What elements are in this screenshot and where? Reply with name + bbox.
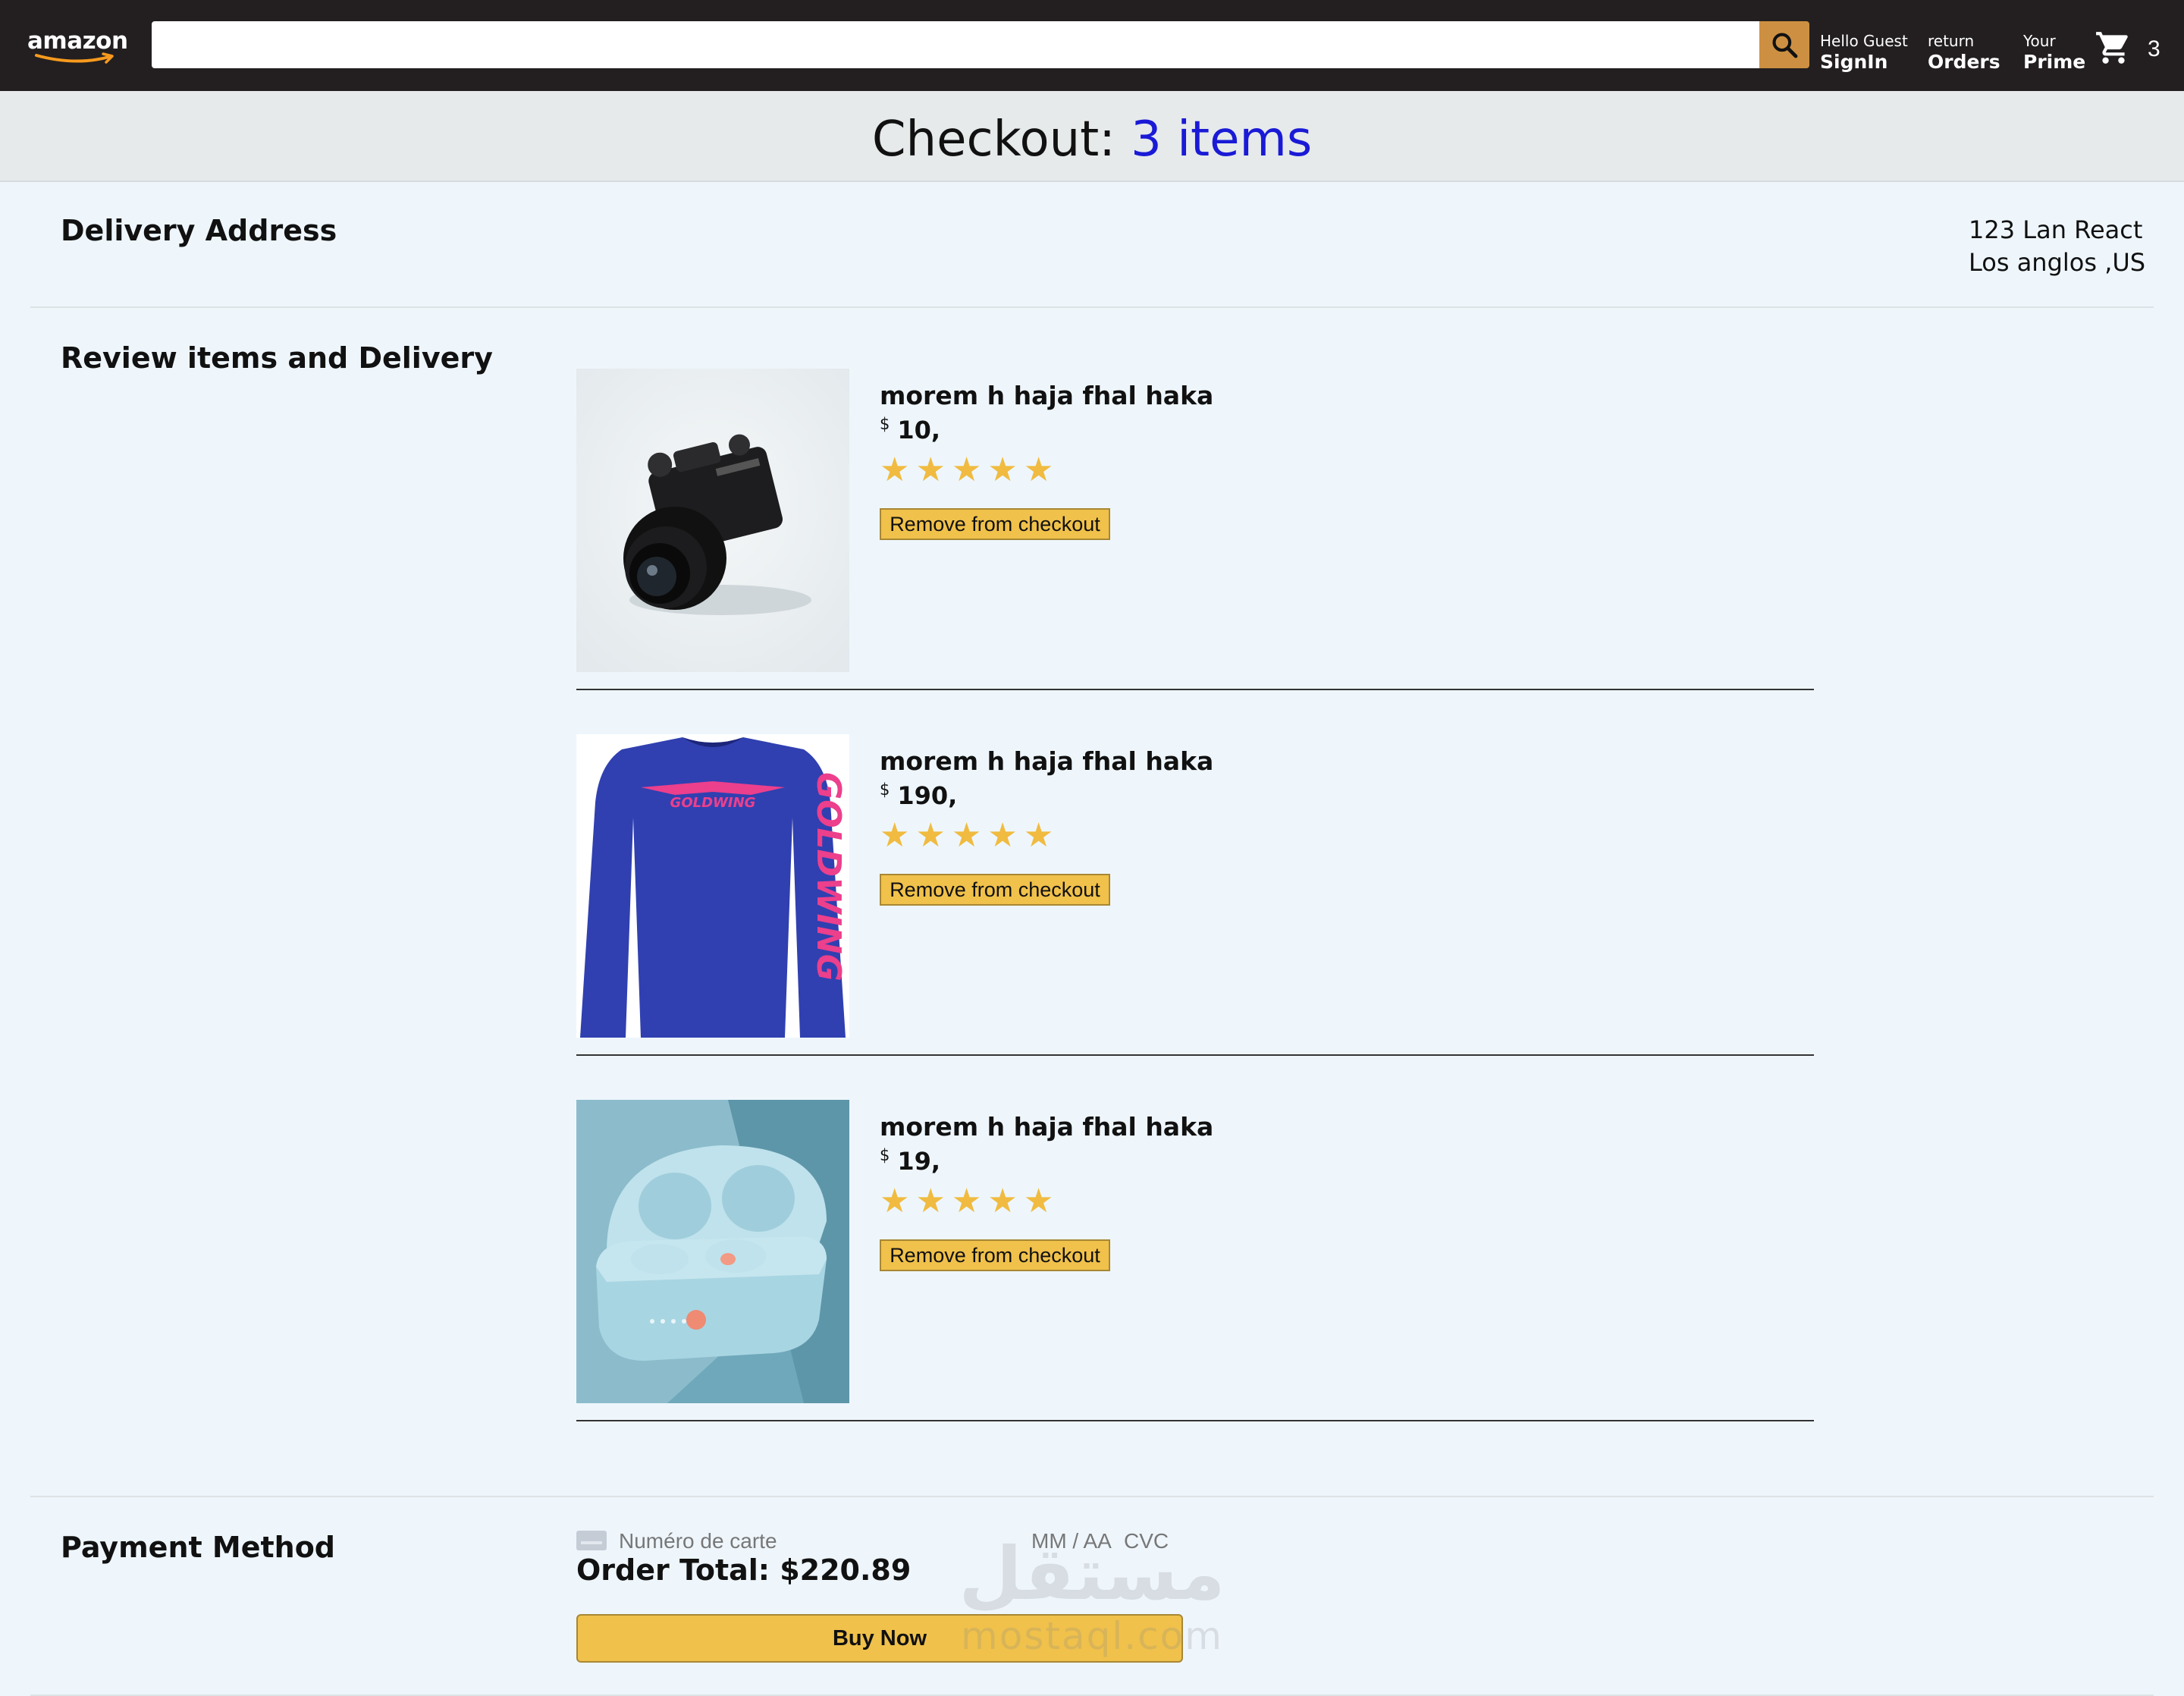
checkout-title-prefix: Checkout:: [871, 111, 1131, 168]
search-icon: [1772, 33, 1798, 58]
price-value: 190,: [897, 781, 958, 810]
rating-stars: ★ ★ ★ ★ ★: [880, 818, 1053, 854]
watermark-latin: mostaql.com: [961, 1614, 1223, 1658]
nav-orders-line1: return: [1928, 32, 1975, 50]
order-total: Order Total: $220.89: [576, 1553, 912, 1587]
review-items-title: Review items and Delivery: [61, 341, 493, 375]
star-icon: ★: [880, 1182, 910, 1220]
checkout-item: morem h haja fhal haka $19, ★ ★ ★ ★ ★ Re…: [576, 1083, 1814, 1421]
item-price: $190,: [880, 780, 958, 810]
star-icon: ★: [880, 816, 910, 855]
checkout-title: Checkout: 3 items: [0, 91, 2184, 170]
checkout-title-bar: Checkout: 3 items: [0, 91, 2184, 182]
amazon-logo[interactable]: amazon: [27, 27, 133, 67]
delivery-address-title: Delivery Address: [61, 214, 337, 247]
star-icon: ★: [915, 451, 946, 489]
nav-prime-line2: Prime: [2023, 51, 2086, 73]
item-title: morem h haja fhal haka: [880, 381, 1214, 410]
nav-signin[interactable]: Hello Guest SignIn: [1820, 32, 1908, 74]
delivery-address: 123 Lan React Los anglos ,US: [1969, 214, 2145, 279]
shopping-cart-icon: [2096, 32, 2128, 64]
star-icon: ★: [915, 816, 946, 855]
rating-stars: ★ ★ ★ ★ ★: [880, 1183, 1053, 1220]
earbuds-image: [576, 1100, 849, 1403]
basket-count: 3: [2148, 36, 2160, 61]
nav-signin-line1: Hello Guest: [1820, 32, 1908, 50]
nav-signin-line2: SignIn: [1820, 51, 1888, 73]
star-icon: ★: [1023, 1182, 1054, 1220]
payment-method-title: Payment Method: [61, 1531, 336, 1564]
star-icon: ★: [987, 816, 1018, 855]
camera-image: [576, 369, 849, 672]
item-price: $10,: [880, 415, 941, 444]
basket-button[interactable]: 3: [2095, 29, 2184, 67]
nav-orders-line2: Orders: [1928, 51, 2000, 73]
shirt-image: GOLDWING GOLDWING: [576, 734, 849, 1038]
star-icon: ★: [1023, 451, 1054, 489]
checkout-item: morem h haja fhal haka $10, ★ ★ ★ ★ ★ Re…: [576, 352, 1814, 690]
remove-from-checkout-button[interactable]: Remove from checkout: [880, 874, 1110, 906]
section-divider: [30, 306, 2154, 308]
checkout-item: GOLDWING GOLDWING morem h haja fhal haka…: [576, 718, 1814, 1056]
search-button[interactable]: [1759, 21, 1809, 68]
smile-arrow-icon: [35, 52, 114, 64]
address-line-2: Los anglos ,US: [1969, 248, 2146, 277]
logo-text: amazon: [27, 27, 128, 55]
nav-orders[interactable]: return Orders: [1928, 32, 2000, 74]
star-icon: ★: [951, 816, 982, 855]
star-icon: ★: [987, 451, 1018, 489]
credit-card-icon: [576, 1531, 607, 1550]
svg-text:GOLDWING: GOLDWING: [670, 795, 756, 811]
top-navbar: amazon Hello Guest SignIn return Orders …: [0, 0, 2184, 91]
watermark: مستقل mostaql.com: [956, 1532, 1228, 1661]
item-price: $19,: [880, 1146, 941, 1176]
checkout-item-count: 3 items: [1131, 111, 1313, 168]
item-title: morem h haja fhal haka: [880, 746, 1214, 776]
star-icon: ★: [1023, 816, 1054, 855]
svg-text:GOLDWING: GOLDWING: [809, 772, 848, 981]
address-line-1: 123 Lan React: [1969, 215, 2143, 244]
rating-stars: ★ ★ ★ ★ ★: [880, 452, 1053, 488]
star-icon: ★: [880, 451, 910, 489]
card-number-field[interactable]: Numéro de carte: [619, 1529, 777, 1553]
search-input[interactable]: [152, 21, 1759, 68]
nav-prime-line1: Your: [2023, 32, 2056, 50]
price-value: 10,: [897, 416, 941, 444]
currency-symbol: $: [880, 780, 890, 799]
nav-prime[interactable]: Your Prime: [2023, 32, 2085, 74]
currency-symbol: $: [880, 415, 890, 433]
remove-from-checkout-button[interactable]: Remove from checkout: [880, 1239, 1110, 1271]
star-icon: ★: [915, 1182, 946, 1220]
section-divider: [30, 1496, 2154, 1497]
star-icon: ★: [987, 1182, 1018, 1220]
item-title: morem h haja fhal haka: [880, 1112, 1214, 1142]
watermark-arabic: مستقل: [959, 1531, 1225, 1616]
star-icon: ★: [951, 451, 982, 489]
star-icon: ★: [951, 1182, 982, 1220]
currency-symbol: $: [880, 1146, 890, 1164]
price-value: 19,: [897, 1147, 941, 1176]
remove-from-checkout-button[interactable]: Remove from checkout: [880, 508, 1110, 540]
